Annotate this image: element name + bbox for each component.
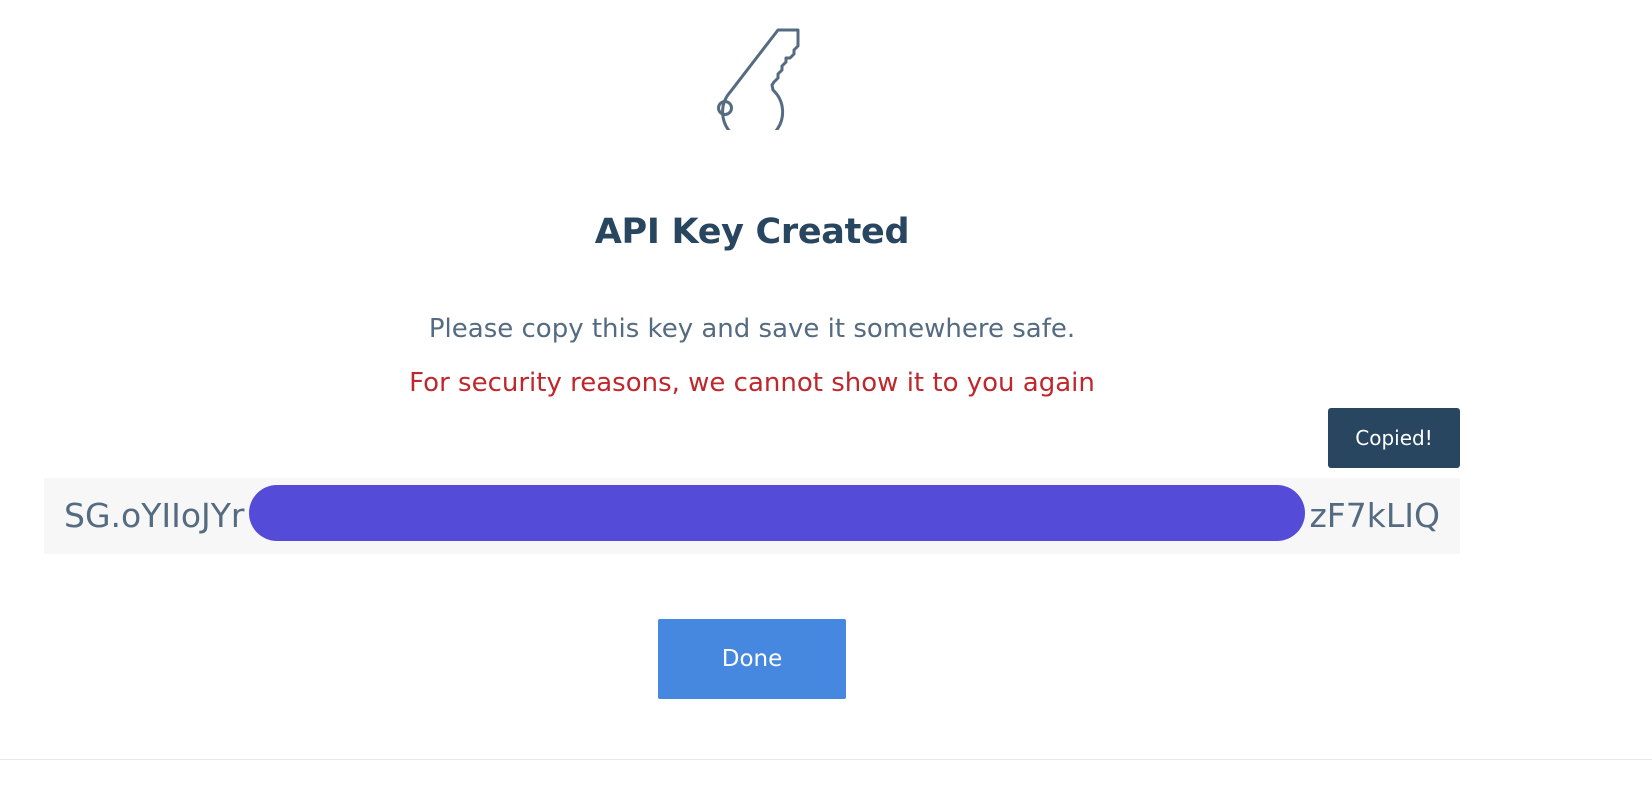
key-icon [717,28,800,130]
instruction-text: Please copy this key and save it somewhe… [428,314,1076,344]
done-button[interactable]: Done [658,619,846,699]
dialog-title: API Key Created [594,212,910,252]
footer-divider [0,759,1652,760]
api-key-prefix: SG.oYIIoJYr [64,496,245,535]
security-warning: For security reasons, we cannot show it … [409,368,1095,398]
redaction-overlay [249,485,1305,541]
copied-tooltip: Copied! [1328,408,1460,468]
api-key-suffix: zF7kLIQ [1309,496,1440,535]
api-key-field[interactable]: SG.oYIIoJYr zF7kLIQ [44,478,1460,554]
